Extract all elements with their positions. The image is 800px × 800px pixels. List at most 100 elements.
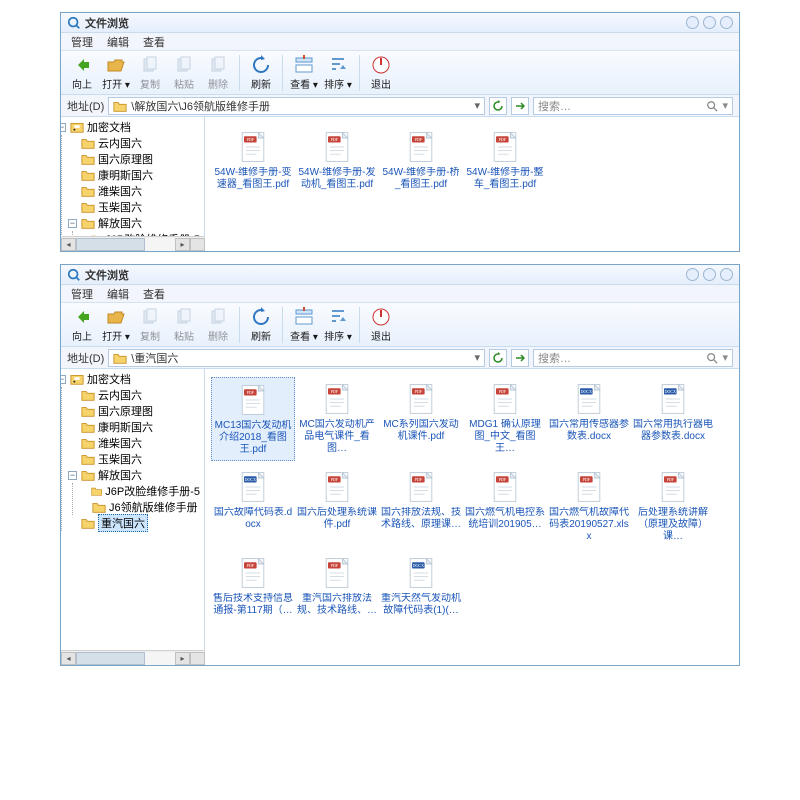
file-item[interactable]: DOCX 重汽天然气发动机故障代码表(1)(… [379,551,463,621]
file-item[interactable]: DOCX 国六故障代码表.docx [211,465,295,547]
svg-text:PDF: PDF [499,389,507,394]
svg-text:DOCX: DOCX [413,563,425,568]
tree-node[interactable]: 玉柴国六 [68,199,200,215]
tb-exit[interactable]: 退出 [364,305,398,343]
search-input[interactable]: 搜索… ▾ [533,97,733,115]
go-button[interactable] [511,97,529,115]
tb-refresh[interactable]: 刷新 [244,53,278,91]
minimize-button[interactable] [686,268,699,281]
refresh-path-button[interactable] [489,97,507,115]
scroll-thumb[interactable] [76,238,145,251]
tree-node[interactable]: J6P改脸维修手册-5 [79,231,200,236]
menu-item[interactable]: 管理 [71,34,93,50]
file-item[interactable]: PDF 国六排放法规、技术路线、原理课… [379,465,463,547]
window-controls [686,268,733,281]
address-input[interactable]: \重汽国六 ▾ [108,349,485,367]
scroll-left[interactable]: ◂ [61,238,76,251]
scroll-right[interactable]: ▸ [175,652,190,665]
svg-text:PDF: PDF [415,389,423,394]
file-item[interactable]: PDF 重汽国六排放法规、技术路线、… [295,551,379,621]
tree-node[interactable]: 云内国六 [68,135,200,151]
refresh-path-button[interactable] [489,349,507,367]
tb-exit[interactable]: 退出 [364,53,398,91]
menu-item[interactable]: 编辑 [107,34,129,50]
file-item[interactable]: PDF 54W-维修手册-发动机_看图王.pdf [295,125,379,195]
file-item[interactable]: DOCX 国六常用执行器电器参数表.docx [631,377,715,461]
close-button[interactable] [720,16,733,29]
tb-refresh[interactable]: 刷新 [244,305,278,343]
menu-item[interactable]: 查看 [143,34,165,50]
tb-delete: 删除 [201,53,235,91]
file-pane[interactable]: PDF 54W-维修手册-变速器_看图王.pdf PDF 54W-维修手册-发动… [205,117,739,251]
titlebar[interactable]: 文件浏览 [61,265,739,285]
file-item[interactable]: PDF 后处理系统讲解（原理及故障）课… [631,465,715,547]
tb-label: 复制 [140,76,160,91]
file-item[interactable]: PDF MDG1 确认原理图_中文_看图王… [463,377,547,461]
scroll-left[interactable]: ◂ [61,652,76,665]
tree-node[interactable]: J6P改脸维修手册-5 [79,483,200,499]
file-item[interactable]: PDF 售后技术支持信息通报-第117期（… [211,551,295,621]
file-item[interactable]: PDF MC系列国六发动机课件.pdf [379,377,463,461]
tree-node[interactable]: 国六原理图 [68,151,200,167]
tb-back[interactable]: 向上 [65,305,99,343]
scroll-right[interactable]: ▸ [175,238,190,251]
tree-hscroll[interactable]: ◂ ▸ [61,650,205,665]
file-item[interactable]: PDF MC国六发动机产品电气课件_看图… [295,377,379,461]
tb-label: 查看 ▾ [290,328,318,343]
file-pane[interactable]: PDF MC13国六发动机介绍2018_看图王.pdf PDF MC国六发动机产… [205,369,739,665]
address-dropdown[interactable]: ▾ [474,99,480,112]
menu-item[interactable]: 查看 [143,286,165,302]
tree-node[interactable]: −解放国六 [68,467,200,483]
tree-node[interactable]: 玉柴国六 [68,451,200,467]
close-button[interactable] [720,268,733,281]
tree-node[interactable]: 康明斯国六 [68,419,200,435]
search-icon [706,352,718,364]
svg-text:PDF: PDF [331,137,339,142]
file-item[interactable]: PDF 54W-维修手册-整车_看图王.pdf [463,125,547,195]
titlebar[interactable]: 文件浏览 [61,13,739,33]
tree-node[interactable]: 康明斯国六 [68,167,200,183]
tree-hscroll[interactable]: ◂ ▸ [61,236,205,251]
file-item[interactable]: PDF 54W-维修手册-桥_看图王.pdf [379,125,463,195]
tree-node[interactable]: 潍柴国六 [68,183,200,199]
minimize-button[interactable] [686,16,699,29]
tb-open[interactable]: 打开 ▾ [99,305,133,343]
tb-view[interactable]: 查看 ▾ [287,53,321,91]
tree-node[interactable]: 潍柴国六 [68,435,200,451]
toolbar-sep [239,55,240,91]
tree-node[interactable]: 云内国六 [68,387,200,403]
menu-item[interactable]: 编辑 [107,286,129,302]
file-item[interactable]: PDF 国六后处理系统课件.pdf [295,465,379,547]
address-dropdown[interactable]: ▾ [474,351,480,364]
maximize-button[interactable] [703,16,716,29]
tree-node[interactable]: 国六原理图 [68,403,200,419]
file-item[interactable]: DOCX 国六常用传感器参数表.docx [547,377,631,461]
tb-view[interactable]: 查看 ▾ [287,305,321,343]
svg-text:PDF: PDF [415,477,423,482]
scroll-thumb[interactable] [76,652,145,665]
tree-root[interactable]: −加密文档 [61,119,200,135]
tree-node[interactable]: 重汽国六 [68,515,200,531]
scroll-grip [190,238,205,251]
address-input[interactable]: \解放国六\J6领航版维修手册 ▾ [108,97,485,115]
tree-node[interactable]: −解放国六 [68,215,200,231]
maximize-button[interactable] [703,268,716,281]
file-name: 国六后处理系统课件.pdf [297,507,377,531]
tb-sort[interactable]: 排序 ▾ [321,305,355,343]
tb-back[interactable]: 向上 [65,53,99,91]
tree-node[interactable]: J6领航版维修手册 [79,499,200,515]
file-item[interactable]: PDF 国六燃气机电控系统培训201905… [463,465,547,547]
search-dropdown[interactable]: ▾ [722,99,728,112]
file-item[interactable]: PDF MC13国六发动机介绍2018_看图王.pdf [211,377,295,461]
tree-root[interactable]: −加密文档 [61,371,200,387]
search-input[interactable]: 搜索… ▾ [533,349,733,367]
toolbar: 向上 打开 ▾ 复制 粘贴 删除 刷新 查看 ▾ 排序 ▾ 退出 [61,303,739,347]
file-item[interactable]: PDF 54W-维修手册-变速器_看图王.pdf [211,125,295,195]
menu-item[interactable]: 管理 [71,286,93,302]
file-item[interactable]: PDF 国六燃气机故障代码表20190527.xlsx [547,465,631,547]
tb-sort[interactable]: 排序 ▾ [321,53,355,91]
search-dropdown[interactable]: ▾ [722,351,728,364]
file-name: MC13国六发动机介绍2018_看图王.pdf [214,420,292,456]
go-button[interactable] [511,349,529,367]
tb-open[interactable]: 打开 ▾ [99,53,133,91]
